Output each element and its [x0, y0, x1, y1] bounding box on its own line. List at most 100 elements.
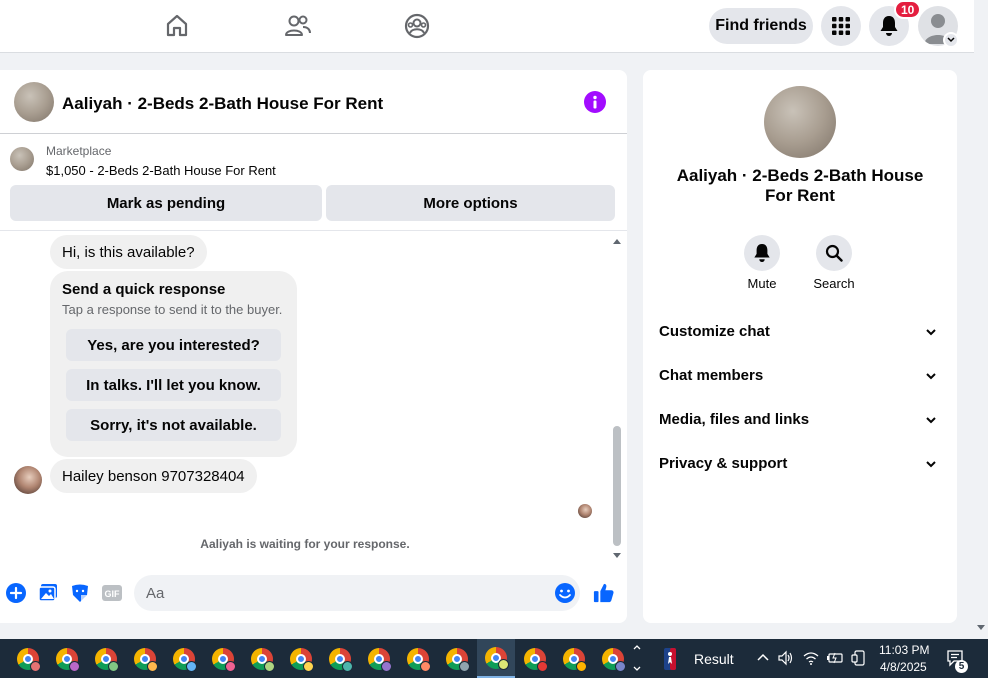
chrome-profile-badge [186, 661, 197, 672]
buyer-message-bubble[interactable]: Hi, is this available? [50, 235, 207, 269]
emoji-icon[interactable] [554, 582, 576, 604]
quick-reply-interested-button[interactable]: Yes, are you interested? [66, 329, 281, 361]
groups-icon[interactable] [400, 9, 434, 43]
windows-taskbar: Result 11:03 PM 4/8/2025 5 [0, 639, 988, 678]
sticker-icon[interactable] [69, 582, 91, 604]
svg-text:GIF: GIF [105, 589, 121, 599]
taskbar-chrome-window[interactable] [9, 639, 47, 678]
add-plus-icon[interactable] [5, 582, 27, 604]
notification-count-badge: 5 [955, 660, 968, 673]
phone-link-icon[interactable] [851, 650, 867, 666]
taskbar-chrome-window[interactable] [360, 639, 398, 678]
chat-info-panel: Aaliyah · 2-Beds 2-Bath House For Rent M… [643, 70, 957, 623]
taskbar-chrome-window[interactable] [477, 639, 515, 678]
more-options-button[interactable]: More options [326, 185, 615, 221]
quick-reply-not-available-button[interactable]: Sorry, it's not available. [66, 409, 281, 441]
battery-icon[interactable] [826, 650, 844, 666]
taskbar-chrome-window[interactable] [126, 639, 164, 678]
chrome-profile-badge [108, 661, 119, 672]
chrome-profile-badge [498, 659, 509, 670]
speaker-icon[interactable] [778, 650, 794, 666]
gif-icon[interactable]: GIF [101, 582, 123, 604]
taskbar-chrome-window[interactable] [555, 639, 593, 678]
media-files-links-row[interactable]: Media, files and links [643, 398, 957, 442]
chevron-up-icon[interactable] [633, 644, 641, 650]
thread-scroll-thumb[interactable] [613, 426, 621, 546]
taskbar-chrome-window[interactable] [87, 639, 125, 678]
taskbar-chrome-window[interactable] [282, 639, 320, 678]
chevron-down-icon[interactable] [633, 666, 641, 672]
message-thread: Hi, is this available? Send a quick resp… [0, 232, 627, 562]
chrome-profile-badge [342, 661, 353, 672]
listing-thumbnail[interactable] [10, 147, 34, 171]
chrome-profile-badge [537, 661, 548, 672]
clock-time[interactable]: 11:03 PM [879, 643, 929, 657]
mute-label: Mute [747, 276, 777, 291]
wifi-icon[interactable] [803, 650, 819, 666]
taskbar-chrome-window[interactable] [165, 639, 203, 678]
chat-header: Aaliyah · 2-Beds 2-Bath House For Rent [0, 70, 627, 134]
account-menu-chevron-icon[interactable] [943, 32, 959, 48]
listing-title[interactable]: $1,050 - 2-Beds 2-Bath House For Rent [46, 163, 276, 178]
chrome-profile-badge [147, 661, 158, 672]
chevron-down-icon [926, 417, 936, 424]
seller-message-bubble[interactable]: Hailey benson 9707328404 [50, 459, 257, 493]
profile-avatar[interactable] [764, 86, 836, 158]
clock-date[interactable]: 4/8/2025 [880, 660, 927, 674]
find-friends-button[interactable]: Find friends [709, 8, 813, 44]
chrome-profile-badge [420, 661, 431, 672]
search-label: Search [813, 276, 855, 291]
menu-grid-button[interactable] [821, 6, 861, 46]
nba-icon[interactable] [664, 648, 676, 670]
chat-members-row[interactable]: Chat members [643, 354, 957, 398]
taskbar-chrome-window[interactable] [204, 639, 242, 678]
search-button[interactable] [816, 235, 852, 271]
taskbar-chrome-window[interactable] [321, 639, 359, 678]
quick-response-subtitle: Tap a response to send it to the buyer. [62, 302, 283, 317]
chat-title[interactable]: Aaliyah · 2-Beds 2-Bath House For Rent [62, 94, 383, 114]
taskbar-chrome-window[interactable] [48, 639, 86, 678]
mark-as-pending-button[interactable]: Mark as pending [10, 185, 322, 221]
taskbar-chrome-window[interactable] [594, 639, 632, 678]
taskbar-chrome-window[interactable] [399, 639, 437, 678]
grid-icon [832, 17, 850, 35]
taskbar-chrome-window[interactable] [438, 639, 476, 678]
notification-count-badge: 10 [894, 0, 922, 19]
message-input[interactable] [134, 575, 580, 611]
scroll-down-arrow-icon[interactable] [613, 553, 621, 559]
privacy-support-label: Privacy & support [659, 455, 788, 472]
chevron-down-icon [926, 373, 936, 380]
search-icon [825, 244, 843, 262]
taskbar-overflow[interactable] [630, 642, 644, 675]
privacy-support-row[interactable]: Privacy & support [643, 442, 957, 486]
chevron-up-icon[interactable] [756, 650, 770, 664]
top-navigation-bar: Find friends 10 [0, 0, 974, 53]
page-scrollbar[interactable] [974, 0, 988, 638]
sender-avatar[interactable] [14, 466, 42, 494]
chat-window: Aaliyah · 2-Beds 2-Bath House For Rent M… [0, 70, 627, 623]
chrome-profile-badge [264, 661, 275, 672]
media-files-links-label: Media, files and links [659, 411, 810, 428]
taskbar-chrome-window[interactable] [243, 639, 281, 678]
chrome-profile-badge [225, 661, 236, 672]
weather-widget-label[interactable]: Result [694, 651, 734, 667]
photo-icon[interactable] [37, 582, 59, 604]
seen-indicator-avatar [578, 504, 592, 518]
marketplace-label: Marketplace [46, 144, 112, 158]
like-thumbs-up-icon[interactable] [593, 582, 615, 604]
page-scroll-down-arrow-icon[interactable] [977, 625, 985, 631]
chrome-profile-badge [459, 661, 470, 672]
message-composer: GIF [0, 570, 627, 620]
home-icon[interactable] [160, 9, 194, 43]
chat-avatar[interactable] [14, 82, 54, 122]
chrome-profile-badge [303, 661, 314, 672]
customize-chat-row[interactable]: Customize chat [643, 310, 957, 354]
quick-response-card: Send a quick response Tap a response to … [50, 271, 297, 457]
chrome-profile-badge [381, 661, 392, 672]
taskbar-chrome-window[interactable] [516, 639, 554, 678]
info-icon[interactable] [584, 91, 606, 113]
scroll-up-arrow-icon[interactable] [613, 238, 621, 244]
friends-icon[interactable] [281, 9, 315, 43]
quick-reply-in-talks-button[interactable]: In talks. I'll let you know. [66, 369, 281, 401]
mute-button[interactable] [744, 235, 780, 271]
